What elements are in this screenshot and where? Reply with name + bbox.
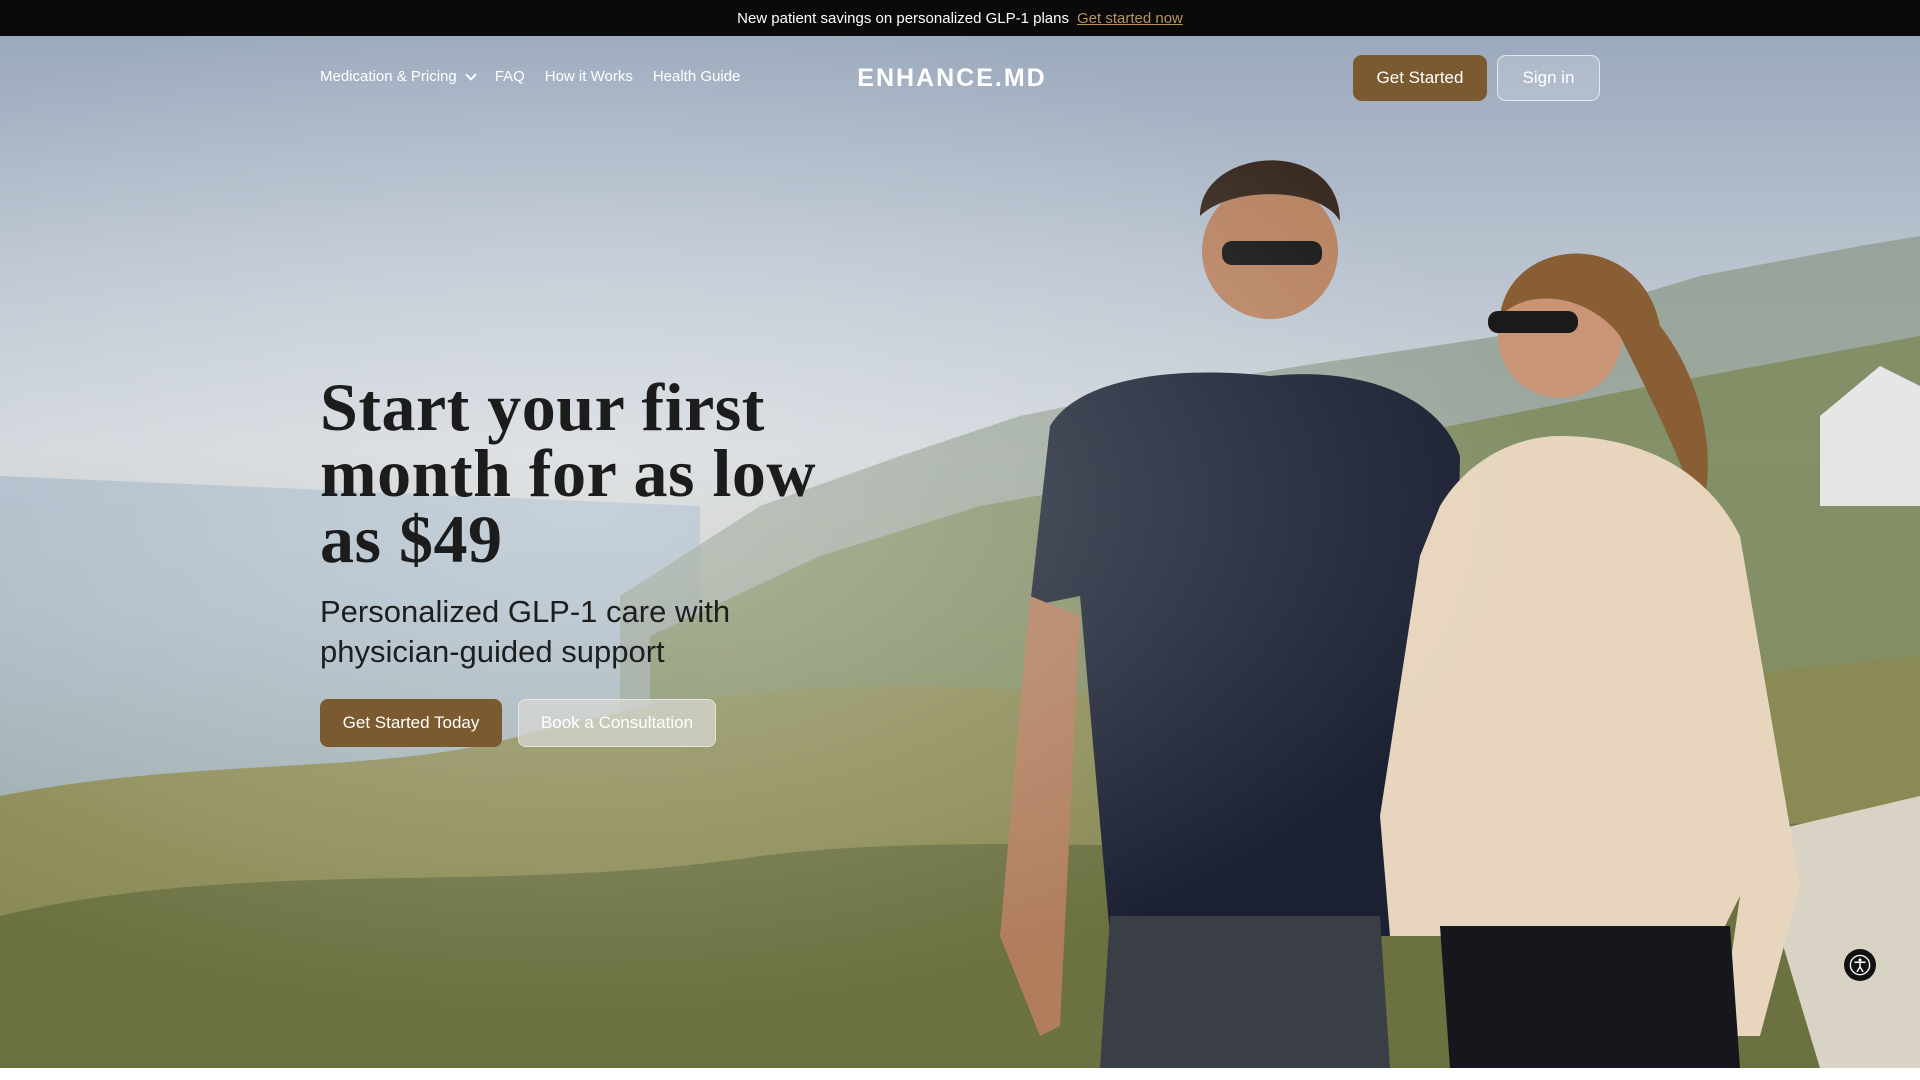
nav-medication-pricing[interactable]: Medication & Pricing xyxy=(320,68,477,85)
hero-headline: Start your first month for as low as $49 xyxy=(320,369,816,577)
nav-faq[interactable]: FAQ xyxy=(495,68,525,85)
nav-how-it-works[interactable]: How it Works xyxy=(545,68,633,85)
book-consultation-button[interactable]: Book a Consultation xyxy=(518,699,716,747)
sign-in-button[interactable]: Sign in xyxy=(1497,55,1600,101)
brand-logo[interactable]: ENHANCE.MD xyxy=(852,64,1052,93)
page-bottom-edge xyxy=(0,1068,1920,1080)
hero-photo xyxy=(0,36,1920,1068)
accessibility-button[interactable] xyxy=(1844,949,1876,981)
hero-subheadline: Personalized GLP-1 care with physician-g… xyxy=(320,594,731,669)
chevron-down-icon xyxy=(465,68,477,81)
get-started-today-button[interactable]: Get Started Today xyxy=(320,699,502,747)
top-nav: Medication & Pricing FAQ How it Works He… xyxy=(0,36,1920,120)
announcement-text: New patient savings on personalized GLP-… xyxy=(737,9,1069,27)
nav-health-guide[interactable]: Health Guide xyxy=(653,68,741,85)
accessibility-icon xyxy=(1849,954,1871,976)
hero-image xyxy=(0,36,1920,1068)
get-started-button[interactable]: Get Started xyxy=(1353,55,1487,101)
nav-medication-pricing-label: Medication & Pricing xyxy=(320,68,457,85)
announcement-bar: New patient savings on personalized GLP-… xyxy=(0,0,1920,36)
announcement-link[interactable]: Get started now xyxy=(1077,10,1183,27)
nav-links: Medication & Pricing FAQ How it Works He… xyxy=(320,68,740,85)
